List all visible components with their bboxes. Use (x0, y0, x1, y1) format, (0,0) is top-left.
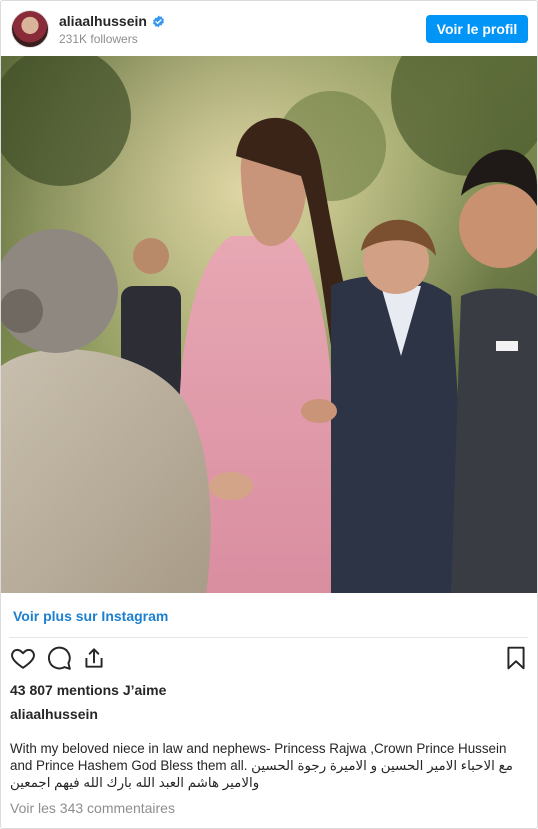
username[interactable]: aliaalhussein (59, 13, 147, 29)
action-bar (1, 645, 537, 675)
post-photo-illustration (1, 56, 537, 593)
post-header: aliaalhussein 231K followers Voir le pro… (1, 1, 537, 56)
post-image[interactable] (1, 56, 537, 593)
instagram-embed-card: aliaalhussein 231K followers Voir le pro… (0, 0, 538, 829)
divider (9, 637, 528, 638)
caption-line: and Prince Hashem God Bless them all. مع… (10, 758, 513, 773)
comment-icon[interactable] (46, 645, 72, 671)
view-comments-link[interactable]: Voir les 343 commentaires (10, 800, 175, 816)
caption-line: With my beloved niece in law and nephews… (10, 741, 507, 756)
bookmark-icon[interactable] (503, 645, 529, 671)
caption-username[interactable]: aliaalhussein (10, 706, 98, 722)
like-count[interactable]: 43 807 mentions J’aime (10, 682, 166, 698)
post-caption: With my beloved niece in law and nephews… (10, 740, 520, 791)
share-icon[interactable] (81, 645, 107, 671)
caption-line: والامير هاشم العبد الله بارك الله فيهم ا… (10, 775, 260, 790)
view-profile-button[interactable]: Voir le profil (426, 15, 528, 43)
verified-badge-icon (153, 15, 164, 27)
avatar[interactable] (11, 10, 49, 48)
follower-count: 231K followers (59, 32, 138, 46)
view-more-on-instagram-link[interactable]: Voir plus sur Instagram (13, 608, 168, 624)
heart-icon[interactable] (10, 645, 36, 671)
username-row: aliaalhussein (59, 13, 165, 29)
